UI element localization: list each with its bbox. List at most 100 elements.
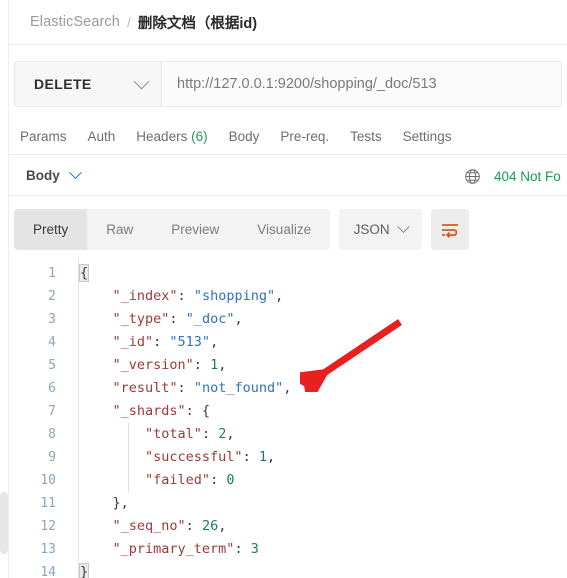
code-token: "shopping" — [193, 288, 276, 304]
code-line-text: "successful": 1, — [66, 446, 275, 469]
request-url-text: http://127.0.0.1:9200/shopping/_doc/513 — [177, 76, 437, 92]
tab-params-label: Params — [20, 128, 67, 144]
chevron-down-icon[interactable] — [68, 166, 82, 180]
request-url-row: DELETE http://127.0.0.1:9200/shopping/_d… — [14, 61, 562, 107]
code-line: 1{ — [9, 262, 567, 285]
content-type-label: JSON — [353, 222, 390, 237]
http-method-select[interactable]: DELETE — [14, 61, 161, 107]
code-token: , — [226, 426, 235, 442]
code-token: , — [218, 357, 227, 373]
code-token: "_id" — [112, 334, 154, 350]
line-number: 4 — [48, 335, 56, 350]
line-number: 8 — [48, 427, 56, 442]
tab-headers-count: (6) — [191, 128, 208, 144]
line-number: 11 — [40, 496, 56, 511]
tab-prerequest-label: Pre-req. — [280, 128, 330, 144]
content-type-select[interactable]: JSON — [339, 209, 423, 250]
code-line-text: } — [66, 561, 90, 578]
tab-prerequest[interactable]: Pre-req. — [280, 129, 329, 144]
code-token: "_type" — [112, 311, 170, 327]
code-line: 8 "total": 2, — [9, 423, 567, 446]
left-rail — [0, 0, 9, 578]
response-header: Body 404 Not Fo — [9, 156, 567, 196]
code-token: , — [283, 380, 292, 396]
code-token: : — [242, 449, 259, 465]
http-method-label: DELETE — [34, 76, 92, 92]
tab-settings[interactable]: Settings — [403, 129, 452, 144]
code-token: 3 — [250, 541, 259, 557]
code-token: "_version" — [112, 357, 194, 373]
code-token: "513" — [169, 334, 211, 350]
code-token: : — [177, 288, 194, 304]
response-status-text: 404 Not Fo — [494, 168, 561, 184]
code-line: 3 "_type": "_doc", — [9, 308, 567, 331]
sidebar-scrollbar-thumb[interactable] — [0, 492, 8, 554]
breadcrumb-current[interactable]: 删除文档（根据id) — [138, 12, 257, 33]
code-line-text: { — [66, 262, 90, 285]
tab-params[interactable]: Params — [20, 129, 67, 144]
tab-headers[interactable]: Headers (6) — [136, 129, 207, 144]
line-number: 3 — [48, 312, 56, 327]
format-tab-raw[interactable]: Raw — [87, 209, 152, 250]
format-tab-preview[interactable]: Preview — [152, 209, 238, 250]
code-line-text: "total": 2, — [66, 423, 234, 446]
line-number: 14 — [40, 565, 56, 578]
code-line: 7 "_shards": { — [9, 400, 567, 423]
code-line: 13 "_primary_term": 3 — [9, 538, 567, 561]
code-token: "_primary_term" — [112, 541, 235, 557]
format-tab-visualize[interactable]: Visualize — [238, 209, 330, 250]
code-token: : — [210, 472, 227, 488]
code-line: 5 "_version": 1, — [9, 354, 567, 377]
code-token: , — [218, 518, 227, 534]
format-tab-pretty[interactable]: Pretty — [14, 209, 88, 250]
tab-body[interactable]: Body — [229, 129, 260, 144]
word-wrap-icon — [442, 223, 459, 238]
brace-token: } — [78, 563, 90, 578]
code-line-list: 1{2 "_index": "shopping", 3 "_type": "_do… — [9, 262, 567, 578]
tab-auth-label: Auth — [87, 128, 116, 144]
code-line: 10 "failed": 0 — [9, 469, 567, 492]
code-line-text: "result": "not_found", — [66, 377, 292, 400]
code-token: : — [153, 334, 170, 350]
code-line-text: "_type": "_doc", — [66, 308, 243, 331]
response-section-title: Body — [26, 168, 60, 183]
line-number: 6 — [48, 381, 56, 396]
code-token: : — [201, 426, 219, 442]
word-wrap-button[interactable] — [431, 209, 470, 250]
code-token: "result" — [112, 380, 178, 396]
code-line-text: "_shards": { — [66, 400, 211, 423]
globe-icon — [465, 168, 480, 184]
chevron-down-icon — [133, 73, 150, 89]
code-token: "total" — [145, 426, 202, 442]
brace-token: { — [78, 264, 90, 282]
tab-auth[interactable]: Auth — [88, 129, 116, 144]
code-line-text: "_version": 1, — [66, 354, 227, 377]
code-line: 6 "result": "not_found", — [9, 377, 567, 400]
code-token: 0 — [226, 472, 235, 488]
request-url-input[interactable]: http://127.0.0.1:9200/shopping/_doc/513 — [161, 61, 562, 107]
code-token: 26 — [201, 518, 219, 534]
code-line-text: "_seq_no": 26, — [66, 515, 227, 538]
line-number: 7 — [48, 404, 56, 419]
code-line-text: "_index": "shopping", — [66, 285, 284, 308]
format-tab-pretty-label: Pretty — [33, 222, 69, 237]
tab-tests[interactable]: Tests — [350, 129, 382, 144]
line-number: 13 — [40, 542, 56, 557]
code-token: "_seq_no" — [112, 518, 186, 534]
response-body-code[interactable]: 1{2 "_index": "shopping", 3 "_type": "_do… — [9, 258, 567, 578]
code-token: "_index" — [112, 288, 178, 304]
code-token: "failed" — [145, 472, 211, 488]
line-number: 5 — [48, 358, 56, 373]
code-token: : — [177, 380, 194, 396]
chevron-down-icon — [396, 220, 410, 234]
code-line-text: }, — [66, 492, 129, 515]
breadcrumb-root[interactable]: ElasticSearch — [30, 14, 120, 30]
